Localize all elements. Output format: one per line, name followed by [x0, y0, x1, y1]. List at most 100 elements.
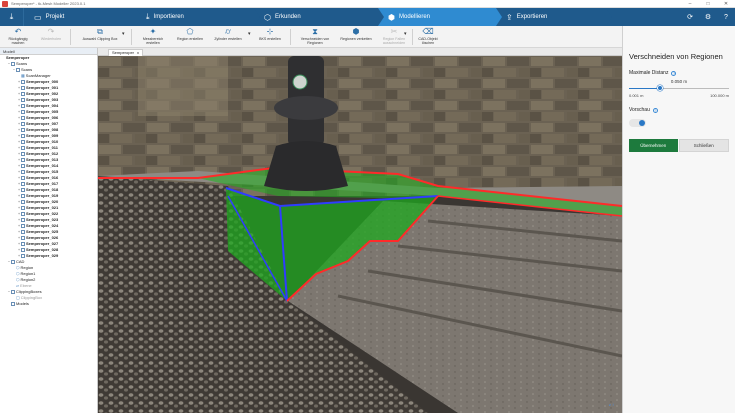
create-cylinder-button[interactable]: ⌭ Zylinder erstellen: [210, 27, 246, 41]
gear-icon[interactable]: ⚙: [699, 13, 717, 21]
visibility-checkbox[interactable]: [21, 92, 25, 96]
visibility-checkbox[interactable]: [21, 188, 25, 192]
tab-label: Importieren: [153, 14, 184, 20]
visibility-checkbox[interactable]: [21, 212, 25, 216]
create-region-button[interactable]: ⬠ Region erstellen: [173, 27, 207, 41]
visibility-checkbox[interactable]: [21, 116, 25, 120]
intersect-regions-button[interactable]: ⧗ Verschneiden von Regionen: [295, 27, 335, 45]
tab-exportieren[interactable]: ⇪ Exportieren: [496, 8, 612, 26]
visibility-checkbox[interactable]: [21, 170, 25, 174]
visibility-checkbox[interactable]: [11, 260, 15, 264]
visibility-checkbox[interactable]: [21, 176, 25, 180]
tab-erkunden[interactable]: ⬡ Erkunden: [254, 8, 384, 26]
visibility-checkbox[interactable]: [21, 200, 25, 204]
visibility-checkbox[interactable]: [11, 290, 15, 294]
lamp-post-base: [264, 141, 348, 191]
visibility-checkbox[interactable]: [21, 236, 25, 240]
chain-regions-label: Regionen verketten: [340, 37, 372, 41]
visibility-checkbox[interactable]: [21, 194, 25, 198]
distance-slider[interactable]: [629, 85, 729, 91]
visibility-checkbox[interactable]: [21, 182, 25, 186]
visibility-checkbox[interactable]: [21, 224, 25, 228]
folder-icon: ▭: [34, 12, 42, 22]
tab-label: Exportieren: [516, 14, 548, 20]
visibility-checkbox[interactable]: [21, 80, 25, 84]
distance-label: Maximale Distanz: [629, 70, 669, 76]
visibility-checkbox[interactable]: [21, 164, 25, 168]
help-icon[interactable]: ?: [671, 70, 677, 76]
visibility-checkbox[interactable]: [21, 248, 25, 252]
visibility-checkbox[interactable]: [21, 134, 25, 138]
chain-regions-button[interactable]: ⬢ Regionen verketten: [338, 27, 374, 41]
cut-region-label: Region Fallen ausschneiden: [382, 37, 406, 45]
title-bar: Semperoper* - tk-Mesh Modeller 2023.0.1 …: [0, 0, 735, 8]
help-icon[interactable]: ?: [652, 107, 658, 113]
model-tree: Semperoper − Scans − Scans ▦ ScanManager + Sempe…: [0, 55, 97, 307]
visibility-checkbox[interactable]: [11, 302, 15, 306]
close-window-button[interactable]: ✕: [717, 1, 735, 7]
maximize-button[interactable]: □: [699, 1, 717, 7]
toolbar-divider: [70, 29, 71, 45]
tab-importieren[interactable]: ⤓ Importieren: [136, 8, 260, 26]
minimize-button[interactable]: –: [681, 1, 699, 7]
chevron-down-icon[interactable]: ▾: [404, 31, 407, 37]
redo-button[interactable]: ↷ Wiederholen: [36, 27, 66, 41]
intersect-panel: Verschneiden von Regionen Maximale Dista…: [622, 26, 735, 413]
panel-title: Verschneiden von Regionen: [629, 52, 723, 61]
visibility-checkbox[interactable]: [11, 62, 15, 66]
delete-cad-label: CAD-Objekt löschen: [418, 37, 438, 45]
viewport-tab[interactable]: Semperoper x: [108, 49, 144, 56]
visibility-checkbox[interactable]: [16, 68, 20, 72]
cube-icon: ⬢: [388, 12, 395, 22]
distance-label-row: Maximale Distanz ?: [629, 70, 729, 76]
visibility-checkbox[interactable]: [21, 158, 25, 162]
explorer-header: Modell: [0, 48, 97, 55]
create-bks-button[interactable]: ⊹ BKS erstellen: [254, 27, 286, 41]
measure-area-label: Messbereich erstellen: [142, 37, 164, 45]
slider-thumb[interactable]: [657, 85, 663, 91]
preview-label-row: Vorschau ?: [629, 107, 729, 113]
tab-projekt[interactable]: ▭ Projekt: [24, 8, 142, 26]
visibility-checkbox[interactable]: [21, 254, 25, 258]
undo-button[interactable]: ↶ Rückgängig machen: [3, 27, 33, 45]
chevron-down-icon[interactable]: ▾: [248, 31, 251, 37]
point-cloud-scene[interactable]: [98, 56, 622, 413]
tree-item[interactable]: Models: [0, 301, 97, 307]
toolbar-divider: [290, 29, 291, 45]
visibility-checkbox[interactable]: [21, 140, 25, 144]
visibility-checkbox[interactable]: [21, 152, 25, 156]
axis-z-label: z: [608, 402, 611, 407]
import-icon: ⤓: [146, 12, 150, 21]
window-controls: – □ ✕: [681, 1, 735, 7]
visibility-checkbox[interactable]: [21, 206, 25, 210]
visibility-checkbox[interactable]: [21, 86, 25, 90]
delete-cad-button[interactable]: ⌫ CAD-Objekt löschen: [414, 27, 442, 45]
visibility-checkbox[interactable]: [21, 242, 25, 246]
close-button[interactable]: Schließen: [678, 139, 729, 152]
balustrade: [138, 56, 228, 116]
action-buttons: Übernehmen Schließen: [629, 139, 729, 152]
visibility-checkbox[interactable]: [21, 110, 25, 114]
visibility-checkbox[interactable]: [21, 128, 25, 132]
visibility-checkbox[interactable]: [21, 146, 25, 150]
help-icon[interactable]: ?: [717, 14, 735, 21]
visibility-checkbox[interactable]: [21, 104, 25, 108]
export-icon: ⇪: [506, 12, 513, 22]
viewport-3d[interactable]: Semperoper x z ↕: [98, 48, 622, 413]
chevron-down-icon[interactable]: ▾: [122, 31, 125, 37]
region-icon: ⬠: [186, 27, 194, 36]
download-icon[interactable]: ⤓: [0, 8, 24, 26]
viewport-tabbar: Semperoper x: [98, 48, 622, 56]
sync-icon[interactable]: ⟳: [681, 13, 699, 21]
visibility-checkbox[interactable]: [21, 122, 25, 126]
measure-area-button[interactable]: ✦ Messbereich erstellen: [136, 27, 170, 45]
tab-modellieren[interactable]: ⬢ Modellieren: [378, 8, 502, 26]
create-bks-label: BKS erstellen: [259, 37, 281, 41]
ribbon-right-icons: ⟳ ⚙ ?: [681, 8, 735, 26]
preview-toggle[interactable]: [629, 119, 646, 127]
clipping-box-button[interactable]: ⧉ Auswahl Clipping Box: [80, 27, 120, 41]
visibility-checkbox[interactable]: [21, 218, 25, 222]
apply-button[interactable]: Übernehmen: [629, 139, 678, 152]
visibility-checkbox[interactable]: [21, 230, 25, 234]
visibility-checkbox[interactable]: [21, 98, 25, 102]
